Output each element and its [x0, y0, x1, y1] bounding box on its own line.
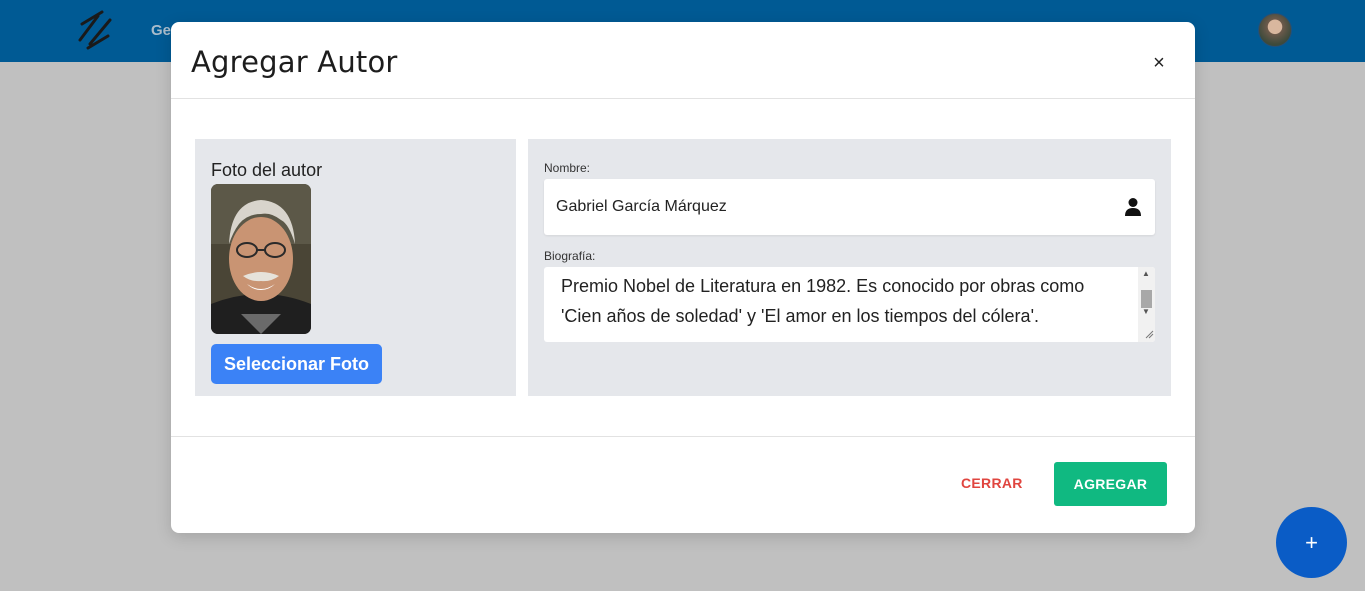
add-author-modal: Agregar Autor × Foto del autor Seleccion… — [171, 22, 1195, 533]
select-photo-button[interactable]: Seleccionar Foto — [211, 344, 382, 384]
name-field — [544, 179, 1155, 235]
cancel-button[interactable]: CERRAR — [961, 475, 1023, 491]
modal-footer: CERRAR AGREGAR — [171, 436, 1195, 533]
nav-link[interactable]: Ge — [151, 22, 171, 39]
name-input[interactable] — [556, 179, 1116, 235]
scroll-up-icon[interactable]: ▲ — [1142, 269, 1150, 278]
scroll-down-icon[interactable]: ▼ — [1142, 307, 1150, 316]
modal-header: Agregar Autor × — [171, 22, 1195, 99]
resize-grip-icon[interactable] — [1144, 329, 1154, 339]
scrollbar-thumb[interactable] — [1141, 290, 1152, 308]
user-avatar[interactable] — [1258, 13, 1292, 47]
modal-title: Agregar Autor — [191, 45, 398, 79]
add-fab-button[interactable]: + — [1276, 507, 1347, 578]
bio-label: Biografía: — [544, 249, 596, 263]
author-form-panel: Nombre: Biografía: Premio Nobel de Liter… — [528, 139, 1171, 396]
bio-text: Premio Nobel de Literatura en 1982. Es c… — [561, 271, 1131, 331]
biography-textarea[interactable]: Premio Nobel de Literatura en 1982. Es c… — [544, 267, 1155, 342]
app-logo-icon[interactable] — [76, 10, 114, 50]
close-icon[interactable]: × — [1149, 53, 1169, 73]
photo-panel: Foto del autor Seleccionar Foto — [195, 139, 516, 396]
bio-line: Premio Nobel de Literatura en 1982. Es c… — [561, 276, 1085, 296]
bio-line: 'Cien años de soledad' y 'El amor en los… — [561, 306, 1040, 326]
author-photo — [211, 184, 311, 334]
person-icon — [1125, 198, 1141, 216]
photo-label: Foto del autor — [211, 160, 323, 180]
name-label: Nombre: — [544, 161, 591, 175]
add-author-button[interactable]: AGREGAR — [1054, 462, 1167, 506]
plus-icon: + — [1305, 529, 1318, 555]
